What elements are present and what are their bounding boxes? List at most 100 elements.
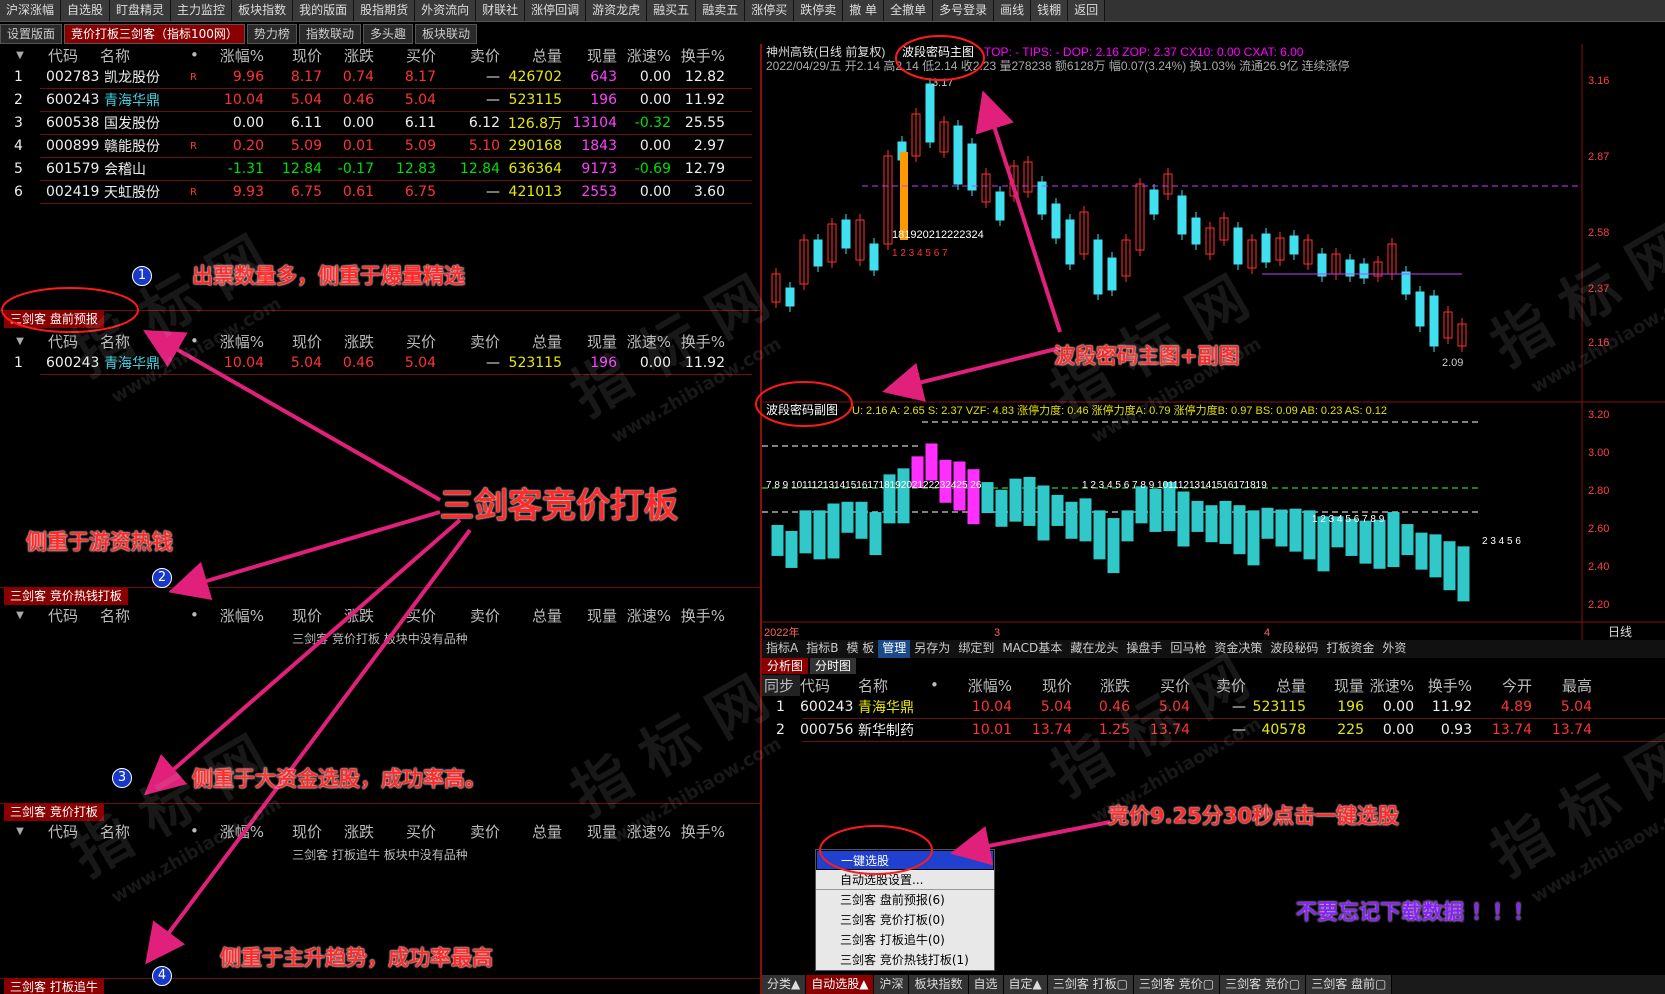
menu-item[interactable]: 三剑客 竞价热钱打板(1) [816,950,994,970]
layout-tab[interactable]: 指数联动 [298,24,361,44]
column-header[interactable]: 现价 [264,821,322,842]
column-header[interactable]: 代码 [40,331,100,352]
indicator-tab[interactable]: 另存为 [910,640,954,658]
table-row[interactable]: 4 000899 赣能股份 R 0.20 5.09 0.01 5.09 5.10 290168 18… [0,135,752,157]
toolbar-button[interactable]: 撤 单 [843,0,885,21]
column-header[interactable]: 现价 [264,45,322,66]
column-header[interactable]: 卖价 [436,45,500,66]
column-header[interactable]: 卖价 [436,605,500,626]
table-row[interactable]: 1 600243 青海华鼎 10.04 5.04 0.46 5.04 — 523115 196 0.… [0,352,752,374]
header-arrow[interactable]: ▼ [0,610,40,621]
column-header[interactable]: 涨幅% [208,821,264,842]
table-row[interactable]: 6 002419 天虹股份 R 9.93 6.75 0.61 6.75 — 421013 2553 0… [0,181,752,203]
toolbar-button[interactable]: 财联社 [476,0,526,21]
column-header[interactable]: 涨速% [617,821,671,842]
column-header[interactable]: 现量 [562,331,617,352]
table-row[interactable]: 2 000756 新华制药 10.01 13.74 1.25 13.74 — 40578 225 0… [762,719,1665,741]
table-row[interactable]: 5 601579 会稽山 -1.31 12.84 -0.17 12.83 12.84 63636… [0,158,752,180]
column-header[interactable]: 涨速% [617,45,671,66]
analysis-tab[interactable]: 分时图 [810,658,857,674]
column-header[interactable]: 现量 [1306,675,1364,696]
toolbar-button[interactable]: 沪深涨幅 [0,0,62,21]
column-header[interactable]: 换手% [671,331,725,352]
toolbar-button[interactable]: 外资流向 [415,0,477,21]
layout-tab[interactable]: 设置版面 [0,24,63,44]
column-header[interactable]: 涨速% [617,331,671,352]
menu-item[interactable]: 三剑客 打板追牛(0) [816,930,994,950]
toolbar-button[interactable]: 融卖五 [696,0,746,21]
toolbar-button[interactable]: 板块指数 [232,0,294,21]
column-header[interactable]: 名称 [858,675,930,696]
column-header[interactable]: 涨幅% [946,675,1012,696]
table-row[interactable]: 3 600538 国发股份 0.00 6.11 0.00 6.11 6.12 126.8万 131… [0,112,752,134]
column-header[interactable]: 总量 [500,605,562,626]
toolbar-button[interactable]: 涨停买 [745,0,795,21]
column-header[interactable]: 涨幅% [208,605,264,626]
column-header[interactable]: 现量 [562,605,617,626]
column-header[interactable]: 涨幅% [208,45,264,66]
column-header[interactable]: 换手% [671,605,725,626]
column-header[interactable]: 卖价 [1190,675,1246,696]
indicator-tab[interactable]: 外资 [1378,640,1410,658]
menu-item[interactable]: 一键选股 [816,850,994,870]
column-header[interactable]: 买价 [374,331,436,352]
indicator-tab[interactable]: 资金决策 [1210,640,1266,658]
table-row[interactable]: 1 002783 凯龙股份 R 9.96 8.17 0.74 8.17 — 426702 643 0.… [0,66,752,88]
indicator-tab[interactable]: 模 板 [842,640,878,658]
column-header[interactable]: 涨跌 [322,45,374,66]
column-header[interactable]: 总量 [500,331,562,352]
toolbar-button[interactable]: 盯盘精灵 [110,0,172,21]
column-header[interactable]: 代码 [40,45,100,66]
bottom-tab[interactable]: 板块指数 [909,975,969,994]
column-header[interactable]: 总量 [1246,675,1306,696]
bottom-tab[interactable]: 自选 [968,975,1004,994]
column-header[interactable]: 现价 [264,331,322,352]
menu-item[interactable]: 三剑客 盘前预报(6) [816,890,994,910]
column-header[interactable]: 代码 [800,675,858,696]
menu-item[interactable]: 三剑客 竞价打板(0) [816,910,994,930]
toolbar-button[interactable]: 画线 [994,0,1032,21]
column-header[interactable]: 现量 [562,45,617,66]
toolbar-button[interactable]: 自选股 [61,0,111,21]
menu-item[interactable]: 自动选股设置... [816,870,994,890]
column-header[interactable]: 卖价 [436,331,500,352]
table-row[interactable]: 1 600243 青海华鼎 10.04 5.04 0.46 5.04 — 523115 196 0.… [762,696,1665,718]
column-header[interactable]: 涨跌 [322,605,374,626]
column-header[interactable]: 现量 [562,821,617,842]
toolbar-button[interactable]: 游资龙虎 [586,0,648,21]
header-arrow[interactable]: ▼ [0,336,40,347]
toolbar-button[interactable]: 股指期货 [354,0,416,21]
indicator-tab[interactable]: 藏在龙头 [1066,640,1122,658]
toolbar-button[interactable]: 全撤单 [884,0,934,21]
column-header[interactable]: 名称 [100,821,190,842]
indicator-tab[interactable]: 指标A [762,640,802,658]
indicator-tab[interactable]: MACD基本 [998,640,1066,658]
column-header[interactable]: 现价 [1012,675,1072,696]
bottom-tab[interactable]: 三剑客 竞价▢ [1220,975,1307,994]
toolbar-button[interactable]: 涨停回调 [525,0,587,21]
bottom-tab[interactable]: 三剑客 盘前▢ [1306,975,1393,994]
column-header[interactable]: • [190,606,208,624]
column-header[interactable]: 买价 [374,45,436,66]
indicator-tab[interactable]: 管理 [878,640,911,658]
bottom-tab[interactable]: 三剑客 打板▢ [1047,975,1134,994]
section-tab-trend[interactable]: 三剑客 打板追牛 [4,978,104,994]
column-header[interactable]: • [190,332,208,350]
layout-tab[interactable]: 竞价打板三剑客（指标100网） [64,24,245,44]
toolbar-button[interactable]: 多号登录 [933,0,995,21]
column-header[interactable]: 名称 [100,605,190,626]
column-header[interactable]: 名称 [100,45,190,66]
toolbar-button[interactable]: 融买五 [647,0,697,21]
column-header[interactable]: 总量 [500,821,562,842]
column-header[interactable]: 卖价 [436,821,500,842]
indicator-tab[interactable]: 绑定到 [954,640,998,658]
column-header[interactable]: 现价 [264,605,322,626]
column-header[interactable]: 最高 [1532,675,1592,696]
column-header[interactable]: 名称 [100,331,190,352]
bottom-tab[interactable]: 自定▲ [1003,975,1048,994]
bottom-tab[interactable]: 分类▲ [762,975,807,994]
column-header[interactable]: 今开 [1472,675,1532,696]
column-header[interactable]: 涨速% [617,605,671,626]
column-header[interactable]: 涨幅% [208,331,264,352]
column-header[interactable]: 买价 [1130,675,1190,696]
